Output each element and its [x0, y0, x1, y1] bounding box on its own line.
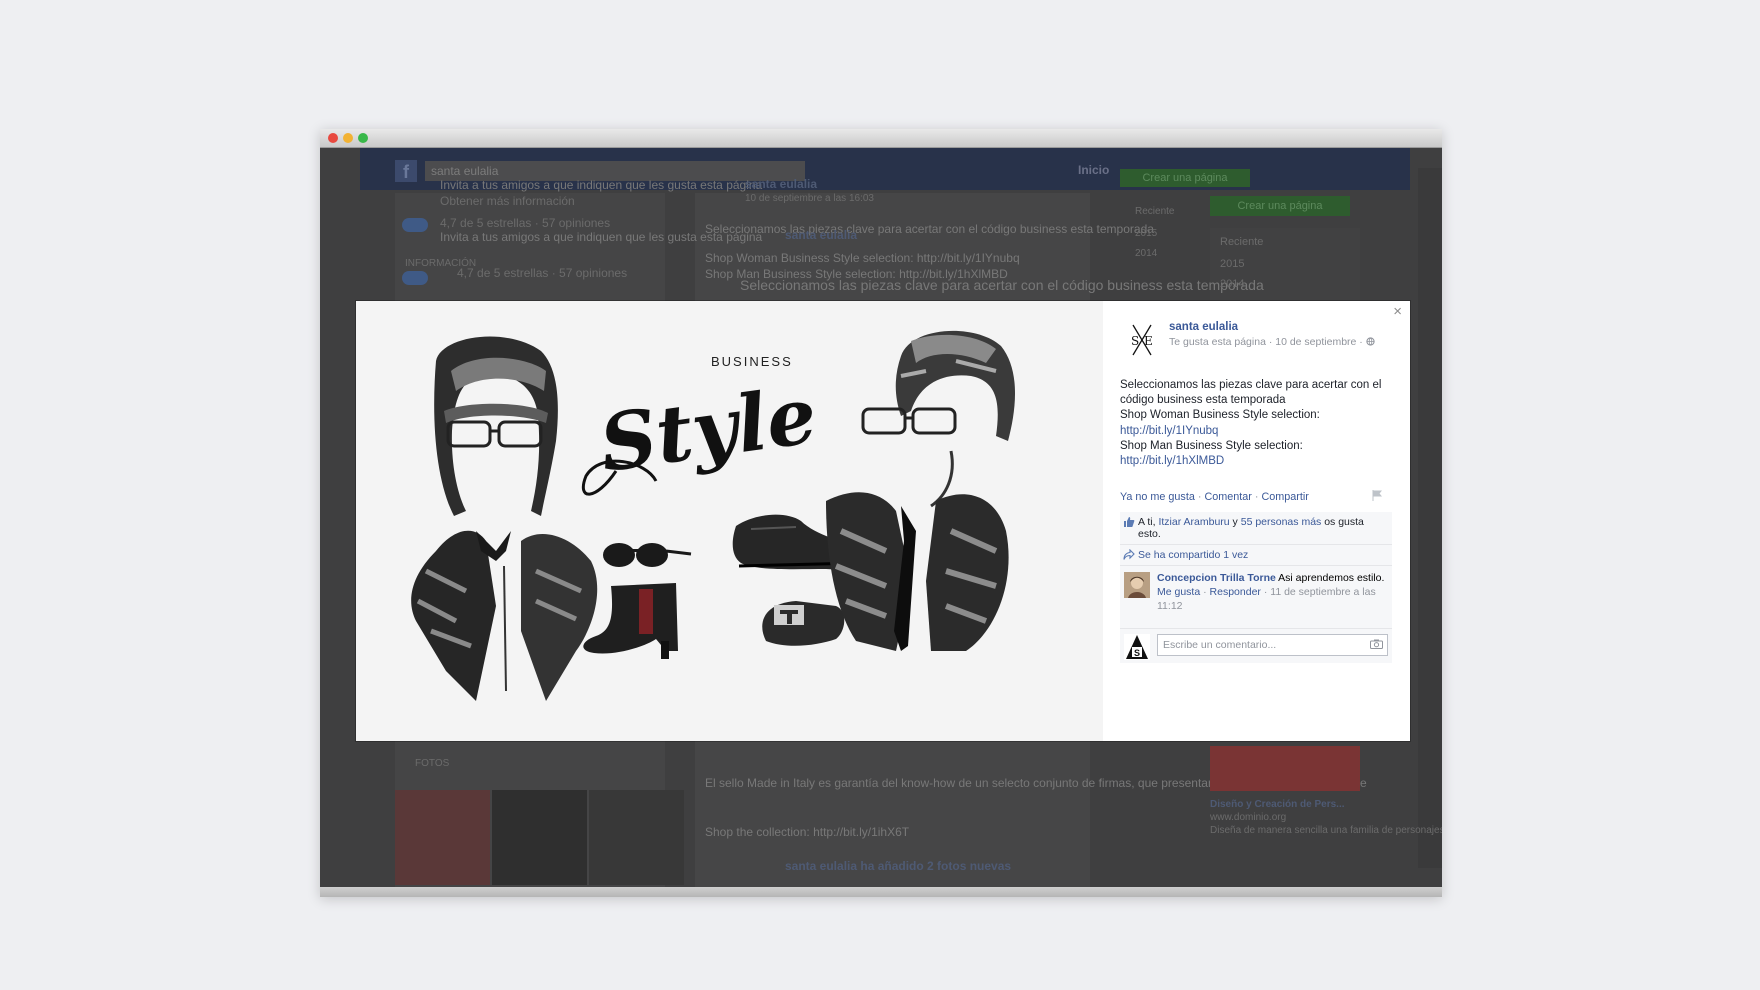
shares-count-link[interactable]: Se ha compartido 1 vez: [1138, 549, 1248, 561]
post-meta: Te gusta esta página · 10 de septiembre …: [1169, 336, 1375, 348]
rating-badge: [402, 218, 428, 232]
page-name-link[interactable]: santa eulalia: [1169, 321, 1238, 333]
likes-row: A ti, Itziar Aramburu y 55 personas más …: [1120, 512, 1392, 545]
post-line: Shop Man Business Style selection:: [1120, 439, 1303, 452]
bg-post-2-link: Shop the collection: http://bit.ly/1ihX6…: [705, 825, 910, 839]
write-comment-row: S Escribe un comentario...: [1120, 629, 1392, 663]
bg-post-3[interactable]: santa eulalia ha añadido 2 fotos nuevas: [785, 859, 1011, 873]
zoom-window-button[interactable]: [358, 133, 368, 143]
separator: ·: [1194, 491, 1205, 503]
timeline-recent-2[interactable]: Reciente: [1220, 236, 1263, 248]
business-heading: BUSINESS: [711, 354, 793, 369]
close-window-button[interactable]: [328, 133, 338, 143]
invite-text: Invita a tus amigos a que indiquen que l…: [440, 178, 763, 192]
santa-eulalia-logo-icon: S E: [1131, 324, 1153, 356]
timeline-recent[interactable]: Reciente: [1135, 206, 1174, 217]
comment-meta: Me gusta · Responder · 11 de septiembre …: [1157, 585, 1386, 613]
man-selection-link[interactable]: http://bit.ly/1hXlMBD: [1120, 454, 1390, 469]
bg-post-author-2[interactable]: santa eulalia: [785, 228, 857, 242]
photos-heading: FOTOS: [415, 758, 450, 769]
post-message: Seleccionamos las piezas clave para acer…: [1120, 378, 1390, 469]
timeline-2014[interactable]: 2014: [1135, 248, 1157, 259]
rating-badge-2: [402, 271, 428, 285]
create-page-button-secondary[interactable]: Crear una página: [1210, 196, 1350, 216]
bg-post-text: Seleccionamos las piezas clave para acer…: [705, 222, 1154, 236]
flag-icon[interactable]: [1372, 490, 1382, 501]
post-detail-panel: × S E santa eulalia Te gusta esta página…: [1103, 301, 1410, 741]
timeline-2015-2[interactable]: 2015: [1220, 258, 1244, 270]
current-page-avatar: S: [1124, 634, 1150, 660]
feedback-section: A ti, Itziar Aramburu y 55 personas más …: [1120, 512, 1392, 663]
comment-reply-link[interactable]: Responder: [1210, 586, 1261, 598]
comment-like-link[interactable]: Me gusta: [1157, 586, 1200, 598]
sunglasses-product: [603, 543, 692, 567]
bg-post-woman: Shop Woman Business Style selection: htt…: [705, 251, 1020, 265]
create-page-button[interactable]: Crear una página: [1120, 169, 1250, 187]
bg-post-author[interactable]: santa eulalia: [745, 177, 817, 191]
rating-text: 4,7 de 5 estrellas · 57 opiniones: [440, 216, 611, 230]
svg-text:S: S: [1134, 648, 1140, 658]
style-script-heading: Style: [594, 370, 821, 490]
rating-text-2: 4,7 de 5 estrellas · 57 opiniones: [457, 266, 628, 280]
ad-desc: Diseña de manera sencilla una familia de…: [1210, 825, 1442, 836]
ankle-boot-product: [583, 583, 678, 659]
share-link[interactable]: Compartir: [1261, 491, 1308, 503]
woman-illustration: [411, 336, 598, 701]
woman-selection-link[interactable]: http://bit.ly/1IYnubq: [1120, 424, 1390, 439]
comment-input[interactable]: Escribe un comentario...: [1157, 634, 1388, 656]
close-lightbox-icon[interactable]: ×: [1393, 303, 1402, 320]
camera-icon[interactable]: [1370, 639, 1383, 649]
man-illustration: [826, 330, 1016, 651]
separator: ·: [1251, 491, 1262, 503]
post-line: Shop Woman Business Style selection:: [1120, 409, 1320, 422]
ad-image[interactable]: [1210, 746, 1360, 791]
timeline-2015[interactable]: 2015: [1135, 228, 1157, 239]
ad-title[interactable]: Diseño y Creación de Pers...: [1210, 799, 1345, 810]
comment-input-placeholder: Escribe un comentario...: [1163, 639, 1277, 651]
window-titlebar: [320, 129, 1442, 148]
belt-product: [762, 601, 845, 646]
separator: ·: [1200, 586, 1210, 598]
comment-text: Asi aprendemos estilo.: [1275, 572, 1385, 584]
post-meta-text: Te gusta esta página · 10 de septiembre …: [1169, 336, 1366, 348]
commenter-photo: [1124, 572, 1150, 598]
commenter-avatar[interactable]: [1124, 572, 1150, 598]
bg-post-time: 10 de septiembre a las 16:03: [745, 193, 874, 204]
share-arrow-icon: [1123, 549, 1135, 560]
timeline-2014-2[interactable]: 2014: [1220, 278, 1244, 290]
separator: ·: [1260, 586, 1271, 598]
others-link[interactable]: 55 personas más: [1241, 516, 1322, 528]
business-style-photo[interactable]: BUSINESS Style: [356, 301, 1103, 741]
like-thumb-icon: [1124, 517, 1135, 527]
unlike-link[interactable]: Ya no me gusta: [1120, 491, 1195, 503]
svg-text:S: S: [1131, 334, 1139, 348]
chat-sidebar: [1418, 168, 1442, 868]
comment-link[interactable]: Comentar: [1204, 491, 1251, 503]
nav-home-link[interactable]: Inicio: [1078, 163, 1109, 177]
page-avatar[interactable]: S E: [1123, 321, 1161, 359]
globe-icon: [1366, 337, 1375, 346]
comment-item: Concepcion Trilla Torne Asi aprendemos e…: [1120, 566, 1392, 629]
photo-thumb[interactable]: [589, 790, 684, 885]
facebook-logo-icon: f: [395, 160, 417, 182]
page-a-logo-icon: S: [1126, 635, 1148, 659]
post-actions: Ya no me gusta · Comentar · Compartir: [1120, 491, 1309, 503]
svg-text:E: E: [1144, 334, 1153, 348]
likes-mid: y: [1229, 516, 1241, 528]
minimize-window-button[interactable]: [343, 133, 353, 143]
more-info-link[interactable]: Obtener más información: [440, 194, 575, 208]
business-style-illustration: BUSINESS Style: [411, 330, 1016, 701]
friend-name-link[interactable]: Itziar Aramburu: [1158, 516, 1229, 528]
shares-row: Se ha compartido 1 vez: [1120, 545, 1392, 566]
window-bottom-bar: [320, 887, 1442, 897]
ad-url: www.dominio.org: [1210, 812, 1287, 823]
photo-lightbox: BUSINESS Style × S E santa eulalia Te gu…: [356, 301, 1410, 741]
photo-thumb[interactable]: [492, 790, 587, 885]
post-line: Seleccionamos las piezas clave para acer…: [1120, 379, 1382, 407]
photo-thumb[interactable]: [395, 790, 490, 885]
bg-post-text-2: Seleccionamos las piezas clave para acer…: [740, 277, 1264, 293]
comment-author-link[interactable]: Concepcion Trilla Torne: [1157, 572, 1276, 584]
likes-prefix: A ti,: [1138, 516, 1159, 528]
